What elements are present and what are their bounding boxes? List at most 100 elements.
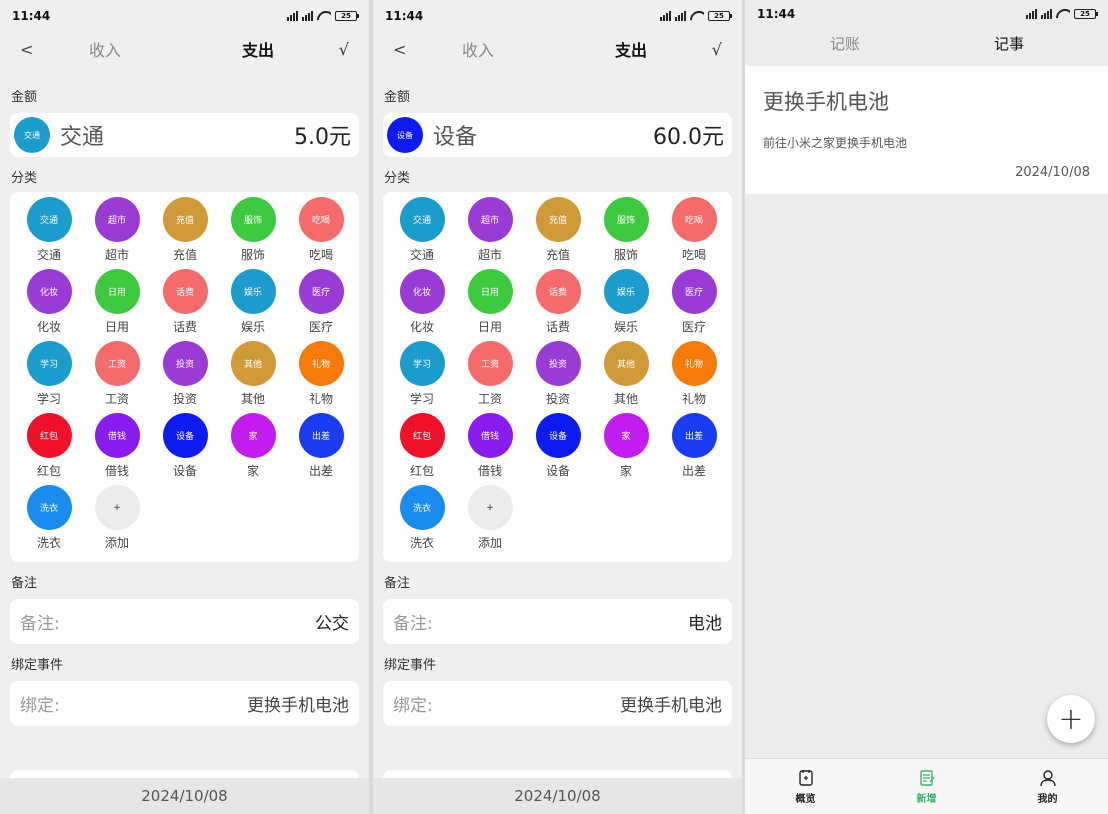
tab-bookkeeping[interactable]: 记账 [830, 33, 860, 54]
category-item[interactable]: 医疗 医疗 [660, 269, 728, 341]
category-label: 其他 [613, 392, 638, 406]
bind-event-field[interactable]: 绑定: 更换手机电池 [383, 681, 732, 726]
nav-profile[interactable]: 我的 [987, 759, 1108, 814]
category-item[interactable]: 红包 红包 [388, 413, 456, 485]
category-item[interactable]: 出差 出差 [660, 413, 728, 485]
category-icon: 学习 [399, 341, 445, 386]
note-value[interactable]: 公交 [315, 609, 349, 634]
category-label: 工资 [104, 392, 129, 406]
amount-value[interactable]: 5.0元 [294, 119, 351, 151]
category-item[interactable]: 充值 充值 [524, 197, 592, 269]
category-item[interactable]: 交通 交通 [388, 197, 456, 269]
category-item[interactable]: 吃喝 吃喝 [287, 197, 355, 269]
category-item[interactable]: 医疗 医疗 [287, 269, 355, 341]
category-label: 日用 [477, 320, 502, 334]
category-item[interactable]: 家家 [219, 413, 287, 485]
category-item[interactable]: 娱乐 娱乐 [219, 269, 287, 341]
category-item[interactable]: 超市 超市 [83, 197, 151, 269]
back-button[interactable]: < [20, 40, 33, 59]
date-bar[interactable]: 2024/10/08 [0, 778, 369, 814]
category-label: 设备 [545, 464, 570, 478]
nav-add[interactable]: 新增 [866, 759, 987, 814]
category-item[interactable]: 家家 [592, 413, 660, 485]
status-icons: 25 [1026, 9, 1098, 19]
tab-income[interactable]: 收入 [462, 37, 494, 61]
category-item[interactable]: + 添加 [83, 485, 151, 557]
category-item[interactable]: 学习 学习 [15, 341, 83, 413]
category-item[interactable]: 洗衣 洗衣 [15, 485, 83, 557]
category-label: 充值 [545, 248, 570, 262]
category-item[interactable]: 借钱 借钱 [83, 413, 151, 485]
category-icon: 家 [230, 413, 276, 458]
category-item[interactable]: 学习 学习 [388, 341, 456, 413]
category-item[interactable]: 化妆 化妆 [15, 269, 83, 341]
status-time: 11:44 [12, 9, 51, 23]
category-item[interactable]: 红包 红包 [15, 413, 83, 485]
bottom-card-edge [383, 770, 732, 778]
bind-event-field[interactable]: 绑定: 更换手机电池 [10, 681, 359, 726]
category-item[interactable]: 话费 话费 [151, 269, 219, 341]
category-item[interactable]: 工资 工资 [83, 341, 151, 413]
category-item[interactable]: 话费 话费 [524, 269, 592, 341]
tab-expense[interactable]: 支出 [615, 37, 647, 61]
category-item[interactable]: 吃喝 吃喝 [660, 197, 728, 269]
category-item[interactable]: 礼物 礼物 [660, 341, 728, 413]
status-bar: 11:44 25 [0, 0, 369, 32]
category-item[interactable]: 洗衣 洗衣 [388, 485, 456, 557]
category-label: 红包 [409, 464, 434, 478]
category-item[interactable]: 娱乐 娱乐 [592, 269, 660, 341]
tab-expense[interactable]: 支出 [242, 37, 274, 61]
selected-category-name: 设备 [433, 125, 478, 150]
tab-notes[interactable]: 记事 [994, 33, 1024, 54]
note-field[interactable]: 备注: 电池 [383, 599, 732, 644]
category-icon: 红包 [26, 413, 72, 458]
note-field[interactable]: 备注: 公交 [10, 599, 359, 644]
date-bar[interactable]: 2024/10/08 [373, 778, 742, 814]
bind-value[interactable]: 更换手机电池 [620, 691, 722, 716]
add-note-button[interactable]: + [1047, 695, 1095, 743]
status-bar: 11:44 25 [373, 0, 742, 32]
category-item[interactable]: 化妆 化妆 [388, 269, 456, 341]
category-label: 化妆 [36, 320, 61, 334]
category-item[interactable]: 出差 出差 [287, 413, 355, 485]
confirm-button[interactable]: √ [712, 40, 722, 59]
category-item[interactable]: 借钱 借钱 [456, 413, 524, 485]
confirm-button[interactable]: √ [339, 40, 349, 59]
category-icon: 医疗 [298, 269, 344, 314]
note-key: 备注: [393, 614, 433, 634]
category-label: 吃喝 [308, 248, 333, 262]
category-item[interactable]: 设备 设备 [151, 413, 219, 485]
note-card[interactable]: 更换手机电池 前往小米之家更换手机电池 2024/10/08 [745, 66, 1108, 194]
category-grid: 交通 交通 超市 超市 充值 充值 服饰 服饰 吃喝 吃喝化妆 化妆 日用 日用 话费 话费 娱乐 娱乐 医疗 医疗… [383, 192, 732, 562]
amount-value[interactable]: 60.0元 [653, 119, 724, 151]
category-item[interactable]: 充值 充值 [151, 197, 219, 269]
category-item[interactable]: 礼物 礼物 [287, 341, 355, 413]
category-item[interactable]: + 添加 [456, 485, 524, 557]
category-item[interactable]: 交通 交通 [15, 197, 83, 269]
category-item[interactable]: 其他 其他 [592, 341, 660, 413]
wifi-icon [1056, 9, 1070, 19]
category-item[interactable]: 日用 日用 [456, 269, 524, 341]
tab-income[interactable]: 收入 [89, 37, 121, 61]
category-icon: 交通 [14, 117, 50, 153]
note-value[interactable]: 电池 [688, 609, 722, 634]
category-item[interactable]: 设备 设备 [524, 413, 592, 485]
category-label: 日用 [104, 320, 129, 334]
nav-overview[interactable]: 概览 [745, 759, 866, 814]
category-icon: 出差 [671, 413, 717, 458]
bind-value[interactable]: 更换手机电池 [247, 691, 349, 716]
category-item[interactable]: 超市 超市 [456, 197, 524, 269]
category-label: 娱乐 [240, 320, 265, 334]
category-item[interactable]: 服饰 服饰 [592, 197, 660, 269]
category-icon: 红包 [399, 413, 445, 458]
category-item[interactable]: 投资 投资 [524, 341, 592, 413]
category-item[interactable]: 日用 日用 [83, 269, 151, 341]
category-item[interactable]: 工资 工资 [456, 341, 524, 413]
category-item[interactable]: 其他 其他 [219, 341, 287, 413]
amount-card[interactable]: 设备 设备 60.0元 [383, 113, 732, 157]
amount-card[interactable]: 交通 交通 5.0元 [10, 113, 359, 157]
category-item[interactable]: 投资 投资 [151, 341, 219, 413]
category-item[interactable]: 服饰 服饰 [219, 197, 287, 269]
back-button[interactable]: < [393, 40, 406, 59]
bottom-card-edge [10, 770, 359, 778]
